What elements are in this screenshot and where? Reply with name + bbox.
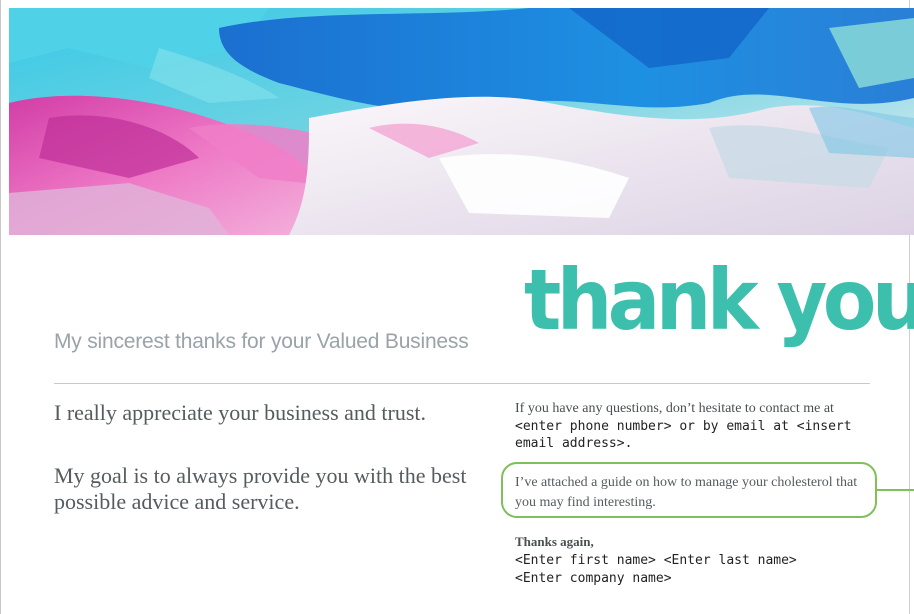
company-placeholder[interactable]: <Enter company name> (515, 571, 672, 586)
thank-you-letter-page: thank you My sincerest thanks for your V… (0, 0, 914, 614)
abstract-paint-banner-image (9, 8, 914, 235)
signoff-text: Thanks again, (515, 534, 594, 549)
thank-you-heading: thank you (524, 251, 914, 349)
divider (54, 383, 870, 384)
name-placeholder[interactable]: <Enter first name> <Enter last name> (515, 553, 797, 568)
phone-email-placeholder[interactable]: <enter phone number> or by email at <ins… (515, 418, 885, 435)
appreciation-text: I really appreciate your business and tr… (54, 400, 427, 425)
guide-text[interactable]: I’ve attached a guide on how to manage y… (515, 473, 875, 513)
subtitle: My sincerest thanks for your Valued Busi… (54, 330, 469, 353)
contact-intro-text: If you have any questions, don’t hesitat… (515, 401, 834, 416)
goal-text: My goal is to always provide you with th… (54, 463, 467, 514)
page-border-left (0, 0, 1, 614)
email-placeholder-continued[interactable]: email address>. (515, 435, 885, 452)
highlight-connector-line (877, 489, 914, 491)
contact-block: If you have any questions, don’t hesitat… (515, 400, 885, 452)
